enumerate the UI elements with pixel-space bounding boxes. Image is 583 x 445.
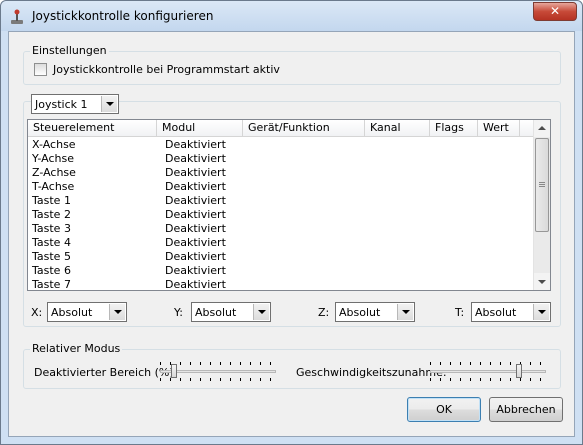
table-row[interactable]: Taste 3 Deaktiviert (28, 222, 535, 236)
relative-mode-group: Relativer Modus Deaktivierter Bereich (%… (23, 342, 561, 389)
table-scrollbar[interactable] (533, 120, 550, 290)
axis-z-select[interactable]: Absolut (335, 302, 415, 322)
row-control: Taste 7 (32, 278, 71, 291)
row-module: Deaktiviert (165, 194, 226, 207)
close-icon: ✕ (549, 4, 561, 18)
row-module: Deaktiviert (165, 222, 226, 235)
deadzone-slider-thumb[interactable] (171, 364, 177, 378)
row-control: Taste 6 (32, 264, 71, 277)
settings-group-label: Einstellungen (30, 44, 109, 57)
row-control: X-Achse (32, 138, 76, 151)
slider-ticks (160, 378, 276, 381)
relative-mode-label: Relativer Modus (30, 342, 123, 355)
row-module: Deaktiviert (165, 208, 226, 221)
table-row[interactable]: Z-Achse Deaktiviert (28, 166, 535, 180)
deadzone-label: Deaktivierter Bereich (%): (34, 366, 178, 379)
acceleration-slider-thumb[interactable] (516, 364, 522, 378)
scroll-up-icon[interactable] (534, 120, 550, 137)
autostart-checkbox-label[interactable]: Joystickkontrolle bei Programmstart akti… (53, 63, 280, 76)
window-title: Joystickkontrolle konfigurieren (32, 9, 214, 23)
scroll-down-icon[interactable] (534, 273, 550, 290)
close-button[interactable]: ✕ (533, 2, 577, 21)
table-row[interactable]: Taste 7 Deaktiviert (28, 278, 535, 291)
table-body: X-Achse Deaktiviert Y-Achse Deaktiviert Z-… (28, 138, 535, 291)
row-control: Taste 5 (32, 250, 71, 263)
axis-y-select[interactable]: Absolut (191, 302, 271, 322)
controls-table[interactable]: Steuerelement Modul Gerät/Funktion Kanal… (27, 119, 551, 291)
axis-y-value: Absolut (195, 306, 237, 319)
table-row[interactable]: X-Achse Deaktiviert (28, 138, 535, 152)
chevron-down-icon[interactable] (109, 304, 125, 320)
row-module: Deaktiviert (165, 264, 226, 277)
axis-x-select[interactable]: Absolut (47, 302, 127, 322)
axis-t-label: T: (455, 306, 465, 319)
table-row[interactable]: Taste 4 Deaktiviert (28, 236, 535, 250)
slider-track (430, 370, 546, 373)
row-control: Taste 1 (32, 194, 71, 207)
column-header-steuerelement[interactable]: Steuerelement (28, 120, 157, 137)
row-module: Deaktiviert (165, 180, 226, 193)
row-module: Deaktiviert (165, 236, 226, 249)
chevron-down-icon[interactable] (533, 304, 549, 320)
row-module: Deaktiviert (165, 152, 226, 165)
joystick-icon (11, 9, 23, 24)
axis-x-value: Absolut (51, 306, 93, 319)
column-header-kanal[interactable]: Kanal (365, 120, 430, 137)
autostart-checkbox[interactable] (34, 63, 47, 76)
table-row[interactable]: T-Achse Deaktiviert (28, 180, 535, 194)
column-header-geraet[interactable]: Gerät/Funktion (243, 120, 365, 137)
deadzone-slider[interactable] (160, 360, 276, 382)
row-module: Deaktiviert (165, 166, 226, 179)
cancel-button[interactable]: Abbrechen (489, 397, 563, 422)
table-row[interactable]: Taste 5 Deaktiviert (28, 250, 535, 264)
dialog-window: Joystickkontrolle konfigurieren ✕ Einste… (0, 0, 583, 445)
slider-track (160, 370, 276, 373)
dialog-client: Einstellungen Joystickkontrolle bei Prog… (8, 31, 575, 437)
title-bar[interactable]: Joystickkontrolle konfigurieren ✕ (1, 1, 582, 31)
row-module: Deaktiviert (165, 278, 226, 291)
joystick-select-value: Joystick 1 (35, 98, 88, 111)
slider-ticks (430, 378, 546, 381)
row-module: Deaktiviert (165, 138, 226, 151)
acceleration-slider[interactable] (430, 360, 546, 382)
row-control: Taste 4 (32, 236, 71, 249)
acceleration-label: Geschwindigkeitszunahme: (296, 366, 447, 379)
axis-t-value: Absolut (475, 306, 517, 319)
table-row[interactable]: Taste 1 Deaktiviert (28, 194, 535, 208)
ok-button[interactable]: OK (407, 397, 481, 422)
row-control: Z-Achse (32, 166, 76, 179)
axis-x-label: X: (31, 306, 43, 319)
grip-icon (539, 182, 545, 187)
row-control: Taste 3 (32, 222, 71, 235)
chevron-down-icon[interactable] (101, 96, 117, 112)
axis-z-label: Z: (318, 306, 330, 319)
row-control: T-Achse (32, 180, 75, 193)
table-row[interactable]: Y-Achse Deaktiviert (28, 152, 535, 166)
column-header-modul[interactable]: Modul (157, 120, 243, 137)
column-header-flags[interactable]: Flags (430, 120, 478, 137)
joystick-select[interactable]: Joystick 1 (31, 94, 119, 114)
slider-ticks (430, 362, 546, 365)
scrollbar-thumb[interactable] (535, 138, 549, 232)
axis-z-value: Absolut (339, 306, 381, 319)
row-control: Taste 2 (32, 208, 71, 221)
chevron-down-icon[interactable] (397, 304, 413, 320)
table-row[interactable]: Taste 2 Deaktiviert (28, 208, 535, 222)
table-row[interactable]: Taste 6 Deaktiviert (28, 264, 535, 278)
table-header: Steuerelement Modul Gerät/Funktion Kanal… (28, 120, 535, 137)
slider-ticks (160, 362, 276, 365)
row-control: Y-Achse (32, 152, 74, 165)
column-header-wert[interactable]: Wert (478, 120, 520, 137)
axis-y-label: Y: (174, 306, 183, 319)
axis-t-select[interactable]: Absolut (471, 302, 551, 322)
settings-group: Einstellungen Joystickkontrolle bei Prog… (23, 44, 561, 85)
row-module: Deaktiviert (165, 250, 226, 263)
chevron-down-icon[interactable] (253, 304, 269, 320)
